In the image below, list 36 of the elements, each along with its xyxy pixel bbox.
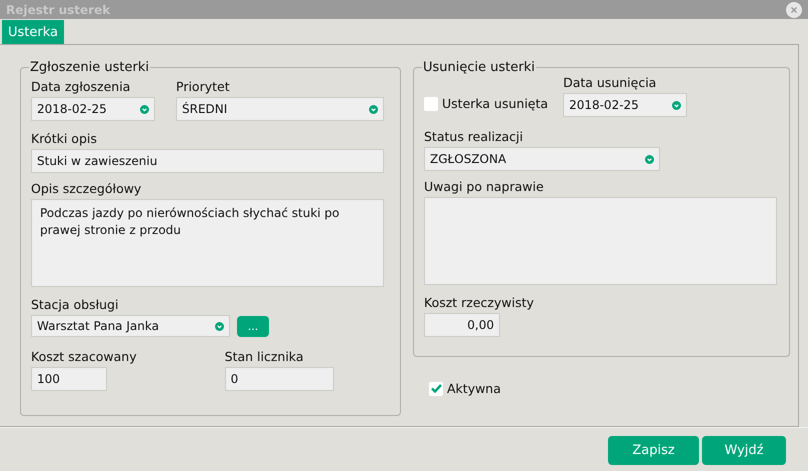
field-label: Koszt rzeczywisty [424,295,534,310]
text-area[interactable]: Podczas jazdy po nierównościach słychać stuki po prawej stronie z przodu [31,199,384,287]
input-field[interactable]: 0 [224,367,334,391]
input-field[interactable]: 100 [31,367,107,391]
field-label: Data usunięcia [563,75,658,90]
field-label: Stacja obsługi [31,297,120,312]
close-icon [791,6,797,12]
chevron-down-icon [672,100,682,110]
dropdown[interactable]: ZGŁOSZONA [424,147,660,171]
chevron-down-icon [645,154,654,164]
field-label: Koszt szacowany [31,349,137,364]
field-label: Data zgłoszenia [31,79,132,94]
field-label: Opis szczegółowy [31,181,142,196]
group-title: Usunięcie usterki [422,60,536,75]
dropdown[interactable]: Warsztat Pana Janka [31,315,230,337]
input-field[interactable]: Stuki w zawieszeniu [31,149,384,173]
checkmark-icon [430,384,442,393]
field-label: Stan licznika [224,349,304,364]
group-title: Zgłoszenie usterki [29,60,150,75]
field-label: Uwagi po naprawie [424,179,545,194]
chevron-down-icon [369,104,378,114]
input-field[interactable]: 0,00 [424,313,500,337]
chevron-down-icon [215,322,224,330]
chevron-down-icon [140,104,149,114]
checkbox[interactable] [429,382,443,396]
date-picker[interactable]: 2018-02-25 [31,97,155,121]
close-button[interactable] [786,2,802,18]
checkbox[interactable] [424,96,438,110]
field-label: Krótki opis [31,131,98,146]
text-area[interactable] [424,197,777,285]
field-label: Priorytet [176,79,231,94]
checkbox-label: Aktywna [447,381,501,396]
dropdown[interactable]: ŚREDNI [176,97,384,121]
checkbox-label: Usterka usunięta [442,96,548,111]
field-label: Status realizacji [424,129,524,144]
date-picker[interactable]: 2018-02-25 [563,93,688,117]
